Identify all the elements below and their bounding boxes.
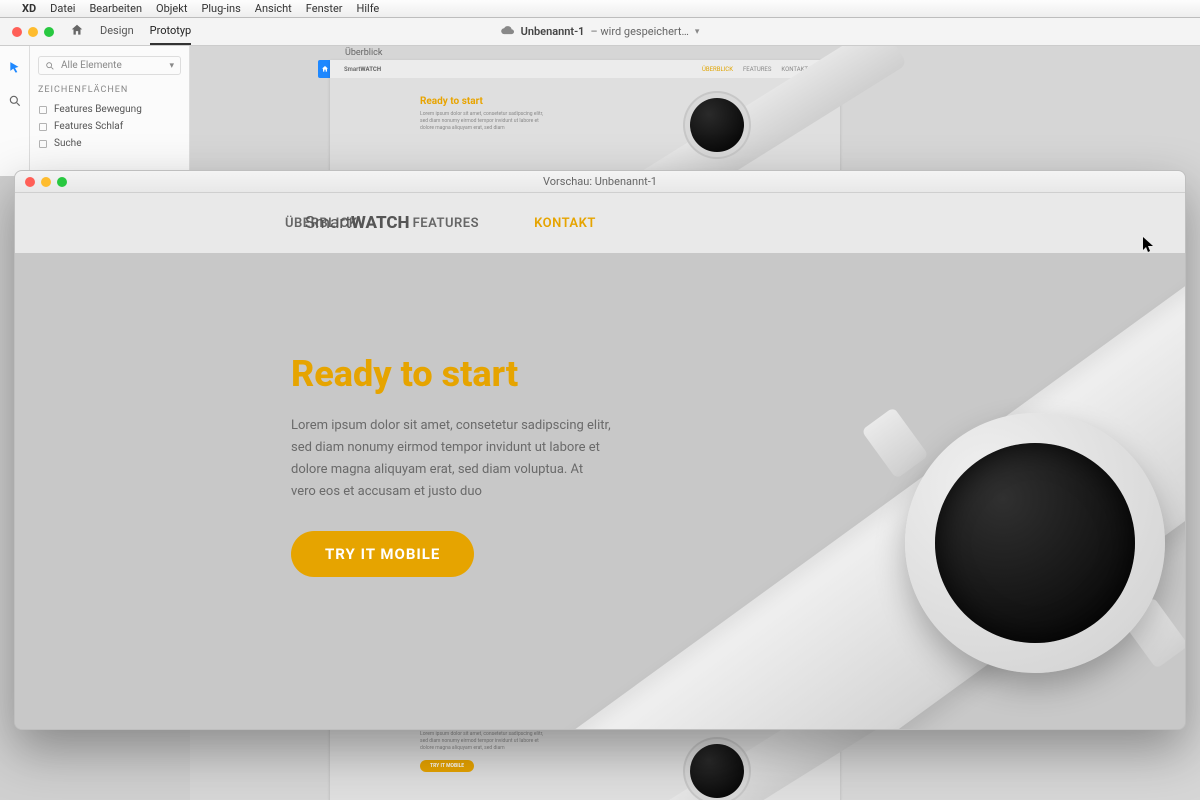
artboard-overview[interactable]: SmartWATCH ÜBERBLICK FEATURES KONTAKT Re… <box>330 60 840 180</box>
logo-bold: WATCH <box>351 213 409 233</box>
tab-design[interactable]: Design <box>100 18 134 45</box>
layers-panel: Alle Elemente ▾ ZEICHENFLÄCHEN Features … <box>30 46 190 176</box>
site-logo[interactable]: SmartWATCH <box>305 213 409 233</box>
mini-watch-graphic <box>620 68 820 178</box>
zoom-window-button[interactable] <box>44 27 54 37</box>
document-status: – wird gespeichert… <box>590 25 688 38</box>
xd-window-controls <box>12 27 54 37</box>
zoom-window-button[interactable] <box>57 177 67 187</box>
site-nav: SmartWATCH ÜBERBLICK FEATURES KONTAKT <box>15 193 1185 253</box>
layer-item[interactable]: Features Bewegung <box>38 101 181 118</box>
layers-search-input[interactable]: Alle Elemente ▾ <box>38 56 181 75</box>
nav-link-contact[interactable]: KONTAKT <box>534 216 596 231</box>
nav-link-features[interactable]: FEATURES <box>413 216 479 231</box>
preview-window-title: Vorschau: Unbenannt-1 <box>543 175 657 188</box>
preview-window: Vorschau: Unbenannt-1 SmartWATCH ÜBERBLI… <box>14 170 1186 730</box>
cta-button[interactable]: TRY IT MOBILE <box>291 531 474 577</box>
minimize-window-button[interactable] <box>41 177 51 187</box>
hero-title: Ready to start <box>291 353 611 395</box>
menu-item-window[interactable]: Fenster <box>306 2 343 15</box>
menu-item-edit[interactable]: Bearbeiten <box>89 2 142 15</box>
mini-hero-body: Lorem ipsum dolor sit amet, consetetur s… <box>420 111 550 132</box>
menu-item-help[interactable]: Hilfe <box>357 2 380 15</box>
menu-item-view[interactable]: Ansicht <box>255 2 292 15</box>
hero-section: Ready to start Lorem ipsum dolor sit ame… <box>15 253 1185 729</box>
close-window-button[interactable] <box>12 27 22 37</box>
cloud-icon <box>501 23 515 40</box>
layer-item[interactable]: Features Schlaf <box>38 118 181 135</box>
layer-item[interactable]: Suche <box>38 135 181 152</box>
layer-item-label: Features Bewegung <box>54 104 142 115</box>
logo-thin: Smart <box>305 213 351 233</box>
xd-app-toolbar: Design Prototyp Unbenannt-1 – wird gespe… <box>0 18 1200 46</box>
artboard-label[interactable]: Überblick <box>345 48 382 58</box>
menu-item-object[interactable]: Objekt <box>156 2 187 15</box>
document-title[interactable]: Unbenannt-1 – wird gespeichert… ▾ <box>501 23 700 40</box>
select-tool-icon[interactable] <box>8 60 22 79</box>
menu-app-name[interactable]: XD <box>22 2 36 15</box>
mac-menubar: XD Datei Bearbeiten Objekt Plug-ins Ansi… <box>0 0 1200 18</box>
chevron-down-icon[interactable]: ▾ <box>169 61 174 71</box>
home-icon[interactable] <box>70 23 84 40</box>
zoom-tool-icon[interactable] <box>8 93 22 112</box>
document-name: Unbenannt-1 <box>521 25 585 38</box>
layer-item-label: Suche <box>54 138 82 149</box>
preview-titlebar[interactable]: Vorschau: Unbenannt-1 <box>15 171 1185 193</box>
close-window-button[interactable] <box>25 177 35 187</box>
mini-cta-button: TRY IT MOBILE <box>420 760 474 772</box>
mini-logo: SmartWATCH <box>344 66 381 73</box>
mini-hero-body: Lorem ipsum dolor sit amet, consetetur s… <box>420 731 550 752</box>
artboards-section-title: ZEICHENFLÄCHEN <box>38 85 181 95</box>
minimize-window-button[interactable] <box>28 27 38 37</box>
hero-body: Lorem ipsum dolor sit amet, consetetur s… <box>291 415 611 503</box>
tool-strip <box>0 46 30 176</box>
layer-item-label: Features Schlaf <box>54 121 123 132</box>
preview-content: SmartWATCH ÜBERBLICK FEATURES KONTAKT Re… <box>15 193 1185 729</box>
chevron-down-icon[interactable]: ▾ <box>695 27 700 37</box>
layers-search-placeholder: Alle Elemente <box>61 60 122 71</box>
tab-prototype[interactable]: Prototyp <box>150 18 192 45</box>
menu-item-plugins[interactable]: Plug-ins <box>201 2 240 15</box>
menu-item-file[interactable]: Datei <box>50 2 75 15</box>
